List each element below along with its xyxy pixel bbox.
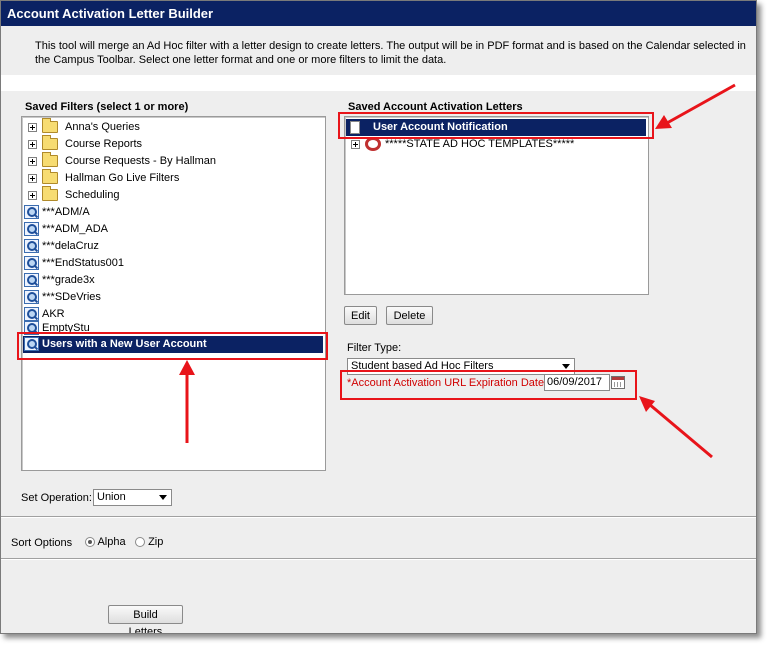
folder-course-requests[interactable]: Course Requests - By Hallman <box>28 152 216 170</box>
chevron-down-icon <box>562 364 570 369</box>
saved-letters-list[interactable]: User Account Notification *****STATE AD … <box>344 116 649 295</box>
state-seal-icon <box>365 137 381 152</box>
filter-magnifier-icon <box>24 205 39 220</box>
folder-icon <box>42 152 58 168</box>
filter-magnifier-icon <box>24 256 39 271</box>
sort-zip-option[interactable]: Zip <box>135 536 163 548</box>
folder-annas-queries[interactable]: Anna's Queries <box>28 118 140 136</box>
filter-magnifier-icon <box>24 273 39 288</box>
filter-item[interactable]: ***ADM/A <box>24 204 90 221</box>
description-separator <box>1 75 756 91</box>
folder-icon <box>42 169 58 185</box>
expand-icon[interactable] <box>351 139 360 149</box>
expand-icon[interactable] <box>28 122 37 132</box>
expand-icon[interactable] <box>28 139 37 149</box>
folder-hallman-go-live[interactable]: Hallman Go Live Filters <box>28 169 179 187</box>
filter-item[interactable]: ***SDeVries <box>24 289 101 306</box>
highlight-expiration-date <box>340 370 637 400</box>
filter-type-label: Filter Type: <box>347 342 402 354</box>
delete-button[interactable]: Delete <box>386 306 433 325</box>
tool-description: This tool will merge an Ad Hoc filter wi… <box>35 40 746 66</box>
expand-icon[interactable] <box>28 173 37 183</box>
highlight-selected-letter <box>338 112 654 139</box>
annotation-arrow-left <box>655 83 736 129</box>
radio-alpha[interactable] <box>85 537 95 548</box>
filter-item[interactable]: ***grade3x <box>24 272 95 289</box>
radio-zip[interactable] <box>135 537 145 548</box>
filter-magnifier-icon <box>24 290 39 305</box>
expand-icon[interactable] <box>28 156 37 166</box>
highlight-selected-filter <box>17 332 328 360</box>
divider-highlight <box>1 559 756 560</box>
edit-button[interactable]: Edit <box>344 306 377 325</box>
filter-magnifier-icon <box>24 222 39 237</box>
set-operation-label: Set Operation: <box>21 492 92 504</box>
chevron-down-icon <box>159 495 167 500</box>
folder-icon <box>42 186 58 202</box>
annotation-arrow-up-left <box>639 396 713 459</box>
builder-window: Account Activation Letter Builder This t… <box>0 0 757 634</box>
set-operation-select[interactable]: Union <box>93 489 172 506</box>
saved-filters-label: Saved Filters (select 1 or more) <box>25 101 189 113</box>
folder-icon <box>42 135 58 151</box>
sort-alpha-option[interactable]: Alpha <box>85 536 126 548</box>
filter-magnifier-icon <box>24 239 39 254</box>
filter-item[interactable]: ***EndStatus001 <box>24 255 124 272</box>
build-letters-button[interactable]: Build Letters <box>108 605 183 633</box>
expand-icon[interactable] <box>28 190 37 200</box>
folder-course-reports[interactable]: Course Reports <box>28 135 142 153</box>
window-title: Account Activation Letter Builder <box>1 1 756 26</box>
divider-highlight <box>1 517 756 518</box>
filter-item[interactable]: ***delaCruz <box>24 238 99 255</box>
folder-scheduling[interactable]: Scheduling <box>28 186 119 204</box>
filter-magnifier-icon <box>24 307 39 322</box>
saved-filters-list[interactable]: Anna's Queries Course Reports Course Req… <box>21 116 326 471</box>
annotation-arrow-up <box>179 360 195 443</box>
filter-item[interactable]: ***ADM_ADA <box>24 221 108 238</box>
folder-icon <box>42 118 58 134</box>
sort-options-label: Sort Options <box>11 537 73 549</box>
